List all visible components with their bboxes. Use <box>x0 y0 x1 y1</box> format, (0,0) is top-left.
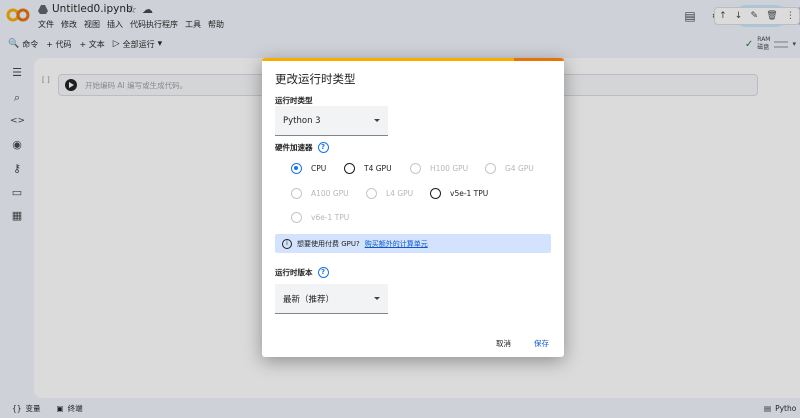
accelerator-option-t4[interactable]: T4 GPU <box>344 163 392 174</box>
runtime-version-value: 最新（推荐） <box>283 294 335 305</box>
save-button[interactable]: 保存 <box>534 338 549 349</box>
info-icon: i <box>282 238 292 249</box>
runtime-version-label: 运行时版本 <box>275 268 313 277</box>
radio-icon[interactable] <box>430 188 441 199</box>
dialog-title: 更改运行时类型 <box>275 72 356 86</box>
radio-icon <box>291 188 302 199</box>
radio-icon[interactable] <box>344 163 355 174</box>
runtime-type-select[interactable]: Python 3 <box>275 106 388 136</box>
accelerator-option-a100: A100 GPU <box>291 188 349 199</box>
chevron-down-icon <box>374 297 380 300</box>
chevron-down-icon <box>374 119 380 122</box>
runtime-type-heading: 运行时类型 <box>275 95 313 106</box>
accelerator-option-label: v6e-1 TPU <box>311 213 350 222</box>
radio-icon <box>366 188 377 199</box>
radio-icon[interactable] <box>291 163 302 174</box>
accelerator-option-cpu[interactable]: CPU <box>291 163 326 174</box>
radio-icon <box>485 163 496 174</box>
accelerator-option-label: v5e-1 TPU <box>450 189 489 198</box>
paid-gpu-text: 想要使用付费 GPU? <box>297 239 360 248</box>
accelerator-option-h100: H100 GPU <box>410 163 468 174</box>
radio-icon <box>410 163 421 174</box>
accelerator-heading: 硬件加速器 ? <box>275 142 329 153</box>
accelerator-option-v6e1-tpu: v6e-1 TPU <box>291 212 349 223</box>
cancel-button[interactable]: 取消 <box>496 338 511 349</box>
accelerator-option-label: L4 GPU <box>386 189 414 198</box>
runtime-version-select[interactable]: 最新（推荐） <box>275 284 388 314</box>
radio-icon <box>291 212 302 223</box>
accelerator-label: 硬件加速器 <box>275 143 313 152</box>
accelerator-option-l4: L4 GPU <box>366 188 413 199</box>
accelerator-option-v5e1-tpu[interactable]: v5e-1 TPU <box>430 188 488 199</box>
help-icon[interactable]: ? <box>317 267 329 278</box>
runtime-type-value: Python 3 <box>283 115 321 126</box>
paid-gpu-notice: i 想要使用付费 GPU? 购买额外的计算单元 <box>275 234 551 253</box>
runtime-type-label: 运行时类型 <box>275 96 313 105</box>
accelerator-option-g4: G4 GPU <box>485 163 534 174</box>
runtime-version-heading: 运行时版本 ? <box>275 267 329 278</box>
dialog-top-stripe <box>262 58 564 61</box>
accelerator-option-label: CPU <box>311 164 327 173</box>
accelerator-option-label: A100 GPU <box>311 189 349 198</box>
accelerator-option-label: G4 GPU <box>505 164 534 173</box>
buy-compute-units-link[interactable]: 购买额外的计算单元 <box>365 239 428 249</box>
change-runtime-dialog: 更改运行时类型 运行时类型 Python 3 硬件加速器 ? CPU T4 GP… <box>262 58 564 357</box>
accelerator-option-label: H100 GPU <box>430 164 469 173</box>
accelerator-option-label: T4 GPU <box>364 164 392 173</box>
help-icon[interactable]: ? <box>317 142 329 153</box>
